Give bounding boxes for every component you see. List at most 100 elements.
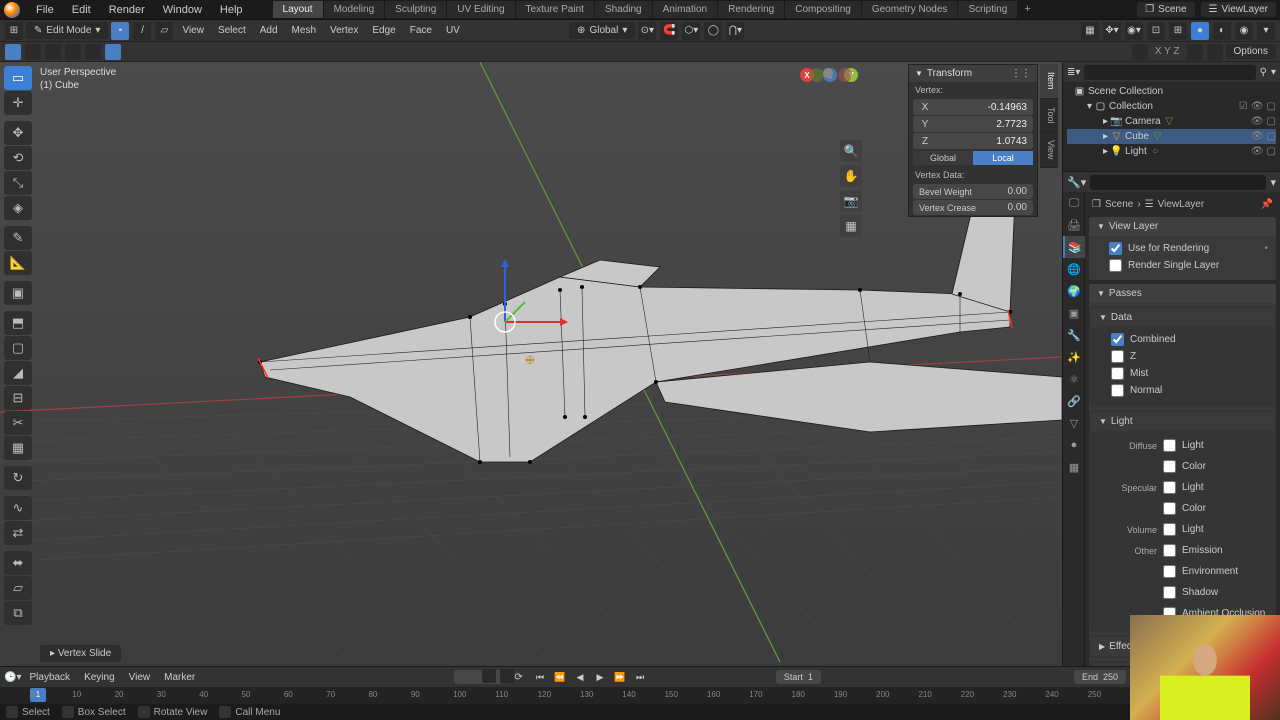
use-for-rendering-checkbox[interactable] bbox=[1109, 242, 1122, 255]
tool-select-box[interactable]: ▭ bbox=[4, 66, 32, 90]
tab-shading[interactable]: Shading bbox=[595, 1, 653, 18]
gizmo-toggle[interactable]: ✥▾ bbox=[1103, 22, 1121, 40]
add-workspace-button[interactable]: + bbox=[1018, 1, 1036, 18]
face-select-mode[interactable]: ▱ bbox=[155, 22, 173, 40]
jump-start-button[interactable]: ⏮ bbox=[531, 669, 549, 685]
xray-toggle[interactable]: ⊡ bbox=[1147, 22, 1165, 40]
mesh-edit-mode-icon[interactable]: ▦ bbox=[1081, 22, 1099, 40]
mode-btn-1[interactable] bbox=[5, 44, 21, 60]
next-key-button[interactable]: ⏩ bbox=[611, 669, 629, 685]
ptab-render[interactable]: 🖵 bbox=[1063, 192, 1085, 214]
outliner-scene-collection[interactable]: ▣Scene Collection bbox=[1067, 84, 1276, 99]
options-dropdown[interactable]: Options bbox=[1226, 44, 1276, 59]
tab-modeling[interactable]: Modeling bbox=[324, 1, 386, 18]
tab-sculpting[interactable]: Sculpting bbox=[385, 1, 447, 18]
tab-geometry-nodes[interactable]: Geometry Nodes bbox=[862, 1, 959, 18]
nav-camera-icon[interactable]: 📷 bbox=[840, 190, 862, 212]
nav-persp-icon[interactable]: ▦ bbox=[840, 215, 862, 237]
properties-search[interactable] bbox=[1090, 175, 1266, 190]
menu-vertex[interactable]: Vertex bbox=[324, 23, 364, 38]
timeline-playback[interactable]: Playback bbox=[23, 670, 76, 685]
shadow-checkbox[interactable] bbox=[1163, 586, 1176, 599]
shading-wireframe[interactable]: ⊞ bbox=[1169, 22, 1187, 40]
outliner-camera[interactable]: ▸📷Camera▽👁▢ bbox=[1067, 114, 1276, 129]
tool-transform[interactable]: ◈ bbox=[4, 196, 32, 220]
tab-rendering[interactable]: Rendering bbox=[718, 1, 785, 18]
ptab-physics[interactable]: ⚛ bbox=[1063, 368, 1085, 390]
tab-compositing[interactable]: Compositing bbox=[785, 1, 862, 18]
menu-file[interactable]: File bbox=[28, 2, 62, 18]
tool-edge-slide[interactable]: ⇄ bbox=[4, 521, 32, 545]
tool-scale[interactable]: ⤡ bbox=[4, 171, 32, 195]
section-data[interactable]: ▼Data bbox=[1091, 308, 1274, 327]
last-operator[interactable]: ▸ Vertex Slide bbox=[40, 645, 121, 662]
mode-btn-4[interactable] bbox=[65, 44, 81, 60]
tool-measure[interactable]: 📐 bbox=[4, 251, 32, 275]
ptab-particles[interactable]: ✨ bbox=[1063, 346, 1085, 368]
menu-mesh[interactable]: Mesh bbox=[286, 23, 322, 38]
properties-editor-icon[interactable]: 🔧▾ bbox=[1067, 176, 1086, 189]
menu-uv[interactable]: UV bbox=[440, 23, 466, 38]
ptab-constraints[interactable]: 🔗 bbox=[1063, 390, 1085, 412]
tool-loopcut[interactable]: ⊟ bbox=[4, 386, 32, 410]
menu-add[interactable]: Add bbox=[254, 23, 284, 38]
tool-rip[interactable]: ⧉ bbox=[4, 601, 32, 625]
menu-window[interactable]: Window bbox=[155, 2, 210, 18]
tool-add-cube[interactable]: ▣ bbox=[4, 281, 32, 305]
shading-solid[interactable]: ● bbox=[1191, 22, 1209, 40]
shading-matpreview[interactable]: ◐ bbox=[1213, 22, 1231, 40]
play-button[interactable]: ▶ bbox=[591, 669, 609, 685]
autokey-toggle[interactable] bbox=[482, 669, 496, 683]
btn-right-2[interactable] bbox=[1207, 44, 1223, 60]
outliner-editor-icon[interactable]: ≣▾ bbox=[1067, 67, 1080, 78]
overlays-toggle[interactable]: ◉▾ bbox=[1125, 22, 1143, 40]
viewport-3d[interactable]: ▭ ✛ ✥ ⟲ ⤡ ◈ ✎ 📐 ▣ ⬒ ▢ ◢ ⊟ ✂ ▦ ↻ ∿ ⇄ ⬌ bbox=[0, 62, 1062, 666]
tool-shrink[interactable]: ⬌ bbox=[4, 551, 32, 575]
menu-select[interactable]: Select bbox=[212, 23, 252, 38]
mode-btn-5[interactable] bbox=[85, 44, 101, 60]
play-reverse-button[interactable]: ◀ bbox=[571, 669, 589, 685]
tool-extrude[interactable]: ⬒ bbox=[4, 311, 32, 335]
edge-select-mode[interactable]: / bbox=[133, 22, 151, 40]
ntab-item[interactable]: Item bbox=[1040, 64, 1058, 99]
ptab-output[interactable]: 🖨 bbox=[1063, 214, 1085, 236]
section-viewlayer[interactable]: ▼View Layer bbox=[1089, 217, 1276, 236]
ptab-object[interactable]: ▣ bbox=[1063, 302, 1085, 324]
orientation-selector[interactable]: ⊕ Global ▾ bbox=[569, 22, 635, 39]
mode-selector[interactable]: ✎ Edit Mode ▾ bbox=[26, 22, 108, 39]
shading-dropdown[interactable]: ▾ bbox=[1257, 22, 1275, 40]
emission-checkbox[interactable] bbox=[1163, 544, 1176, 557]
scene-selector[interactable]: ❐Scene bbox=[1137, 2, 1194, 17]
ptab-texture[interactable]: ▦ bbox=[1063, 456, 1085, 478]
viewlayer-selector[interactable]: ☰ViewLayer bbox=[1201, 2, 1276, 17]
snap-toggle[interactable]: 🧲 bbox=[660, 22, 678, 40]
tool-smooth[interactable]: ∿ bbox=[4, 496, 32, 520]
mode-btn-2[interactable] bbox=[25, 44, 41, 60]
properties-opts-icon[interactable]: ▾ bbox=[1270, 176, 1276, 189]
specular-color-checkbox[interactable] bbox=[1163, 502, 1176, 515]
tool-move[interactable]: ✥ bbox=[4, 121, 32, 145]
tool-cursor[interactable]: ✛ bbox=[4, 91, 32, 115]
ptab-modifiers[interactable]: 🔧 bbox=[1063, 324, 1085, 346]
jump-end-button[interactable]: ⏭ bbox=[631, 669, 649, 685]
mode-btn-3[interactable] bbox=[45, 44, 61, 60]
start-frame[interactable]: Start 1 bbox=[776, 670, 821, 684]
transform-header[interactable]: ▼Transform⋮⋮ bbox=[909, 65, 1037, 82]
mist-checkbox[interactable] bbox=[1111, 367, 1124, 380]
tab-animation[interactable]: Animation bbox=[653, 1, 718, 18]
render-single-checkbox[interactable] bbox=[1109, 259, 1122, 272]
pin-icon[interactable]: 📌 bbox=[1261, 199, 1273, 210]
ptab-material[interactable]: ● bbox=[1063, 434, 1085, 456]
tab-uv-editing[interactable]: UV Editing bbox=[447, 1, 515, 18]
end-frame[interactable]: End 250 bbox=[1074, 670, 1126, 684]
menu-edit[interactable]: Edit bbox=[64, 2, 99, 18]
toggle-local[interactable]: Local bbox=[973, 151, 1033, 165]
tool-inset[interactable]: ▢ bbox=[4, 336, 32, 360]
btn-right-1[interactable] bbox=[1187, 44, 1203, 60]
volume-light-checkbox[interactable] bbox=[1163, 523, 1176, 536]
environment-checkbox[interactable] bbox=[1163, 565, 1176, 578]
outliner-light[interactable]: ▸💡Light○👁▢ bbox=[1067, 144, 1276, 159]
ptab-scene[interactable]: 🌐 bbox=[1063, 258, 1085, 280]
specular-light-checkbox[interactable] bbox=[1163, 481, 1176, 494]
tool-rotate[interactable]: ⟲ bbox=[4, 146, 32, 170]
